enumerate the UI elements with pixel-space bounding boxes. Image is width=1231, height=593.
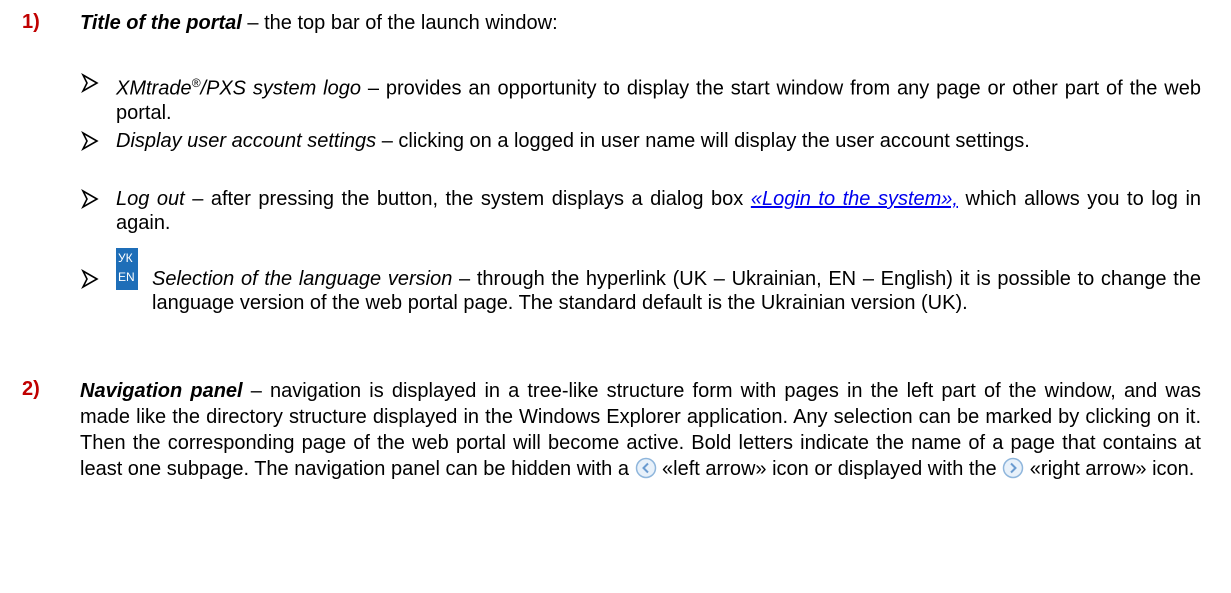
item-number: 2) (22, 378, 40, 400)
arrow-bullet-icon (81, 130, 99, 152)
navigation-panel-paragraph: Navigation panel – navigation is display… (80, 380, 1201, 480)
bullet-text: Selection of the language version – thro… (152, 268, 1202, 314)
section-title: Navigation panel (80, 380, 243, 402)
login-dialog-link[interactable]: «Login to the system», (751, 188, 958, 210)
section-intro: – the top bar of the launch window: (241, 12, 558, 34)
arrow-bullet-icon (81, 268, 99, 290)
bullet-text: Log out – after pressing the button, the… (116, 188, 1202, 234)
item-number: 1) (22, 11, 40, 33)
right-arrow-circle-icon[interactable] (1002, 457, 1024, 479)
section-heading-line: Title of the portal – the top bar of the… (80, 11, 1201, 35)
arrow-bullet-icon (81, 188, 99, 210)
bullet-text: Display user account settings – clicking… (116, 130, 1030, 152)
left-arrow-circle-icon[interactable] (635, 457, 657, 479)
language-switch-icon[interactable]: УК EN (116, 248, 138, 290)
bullet-text: XMtrade®/PXS system logo – provides an o… (116, 76, 1202, 124)
section-title: Title of the portal (80, 12, 242, 34)
arrow-bullet-icon (81, 72, 99, 94)
